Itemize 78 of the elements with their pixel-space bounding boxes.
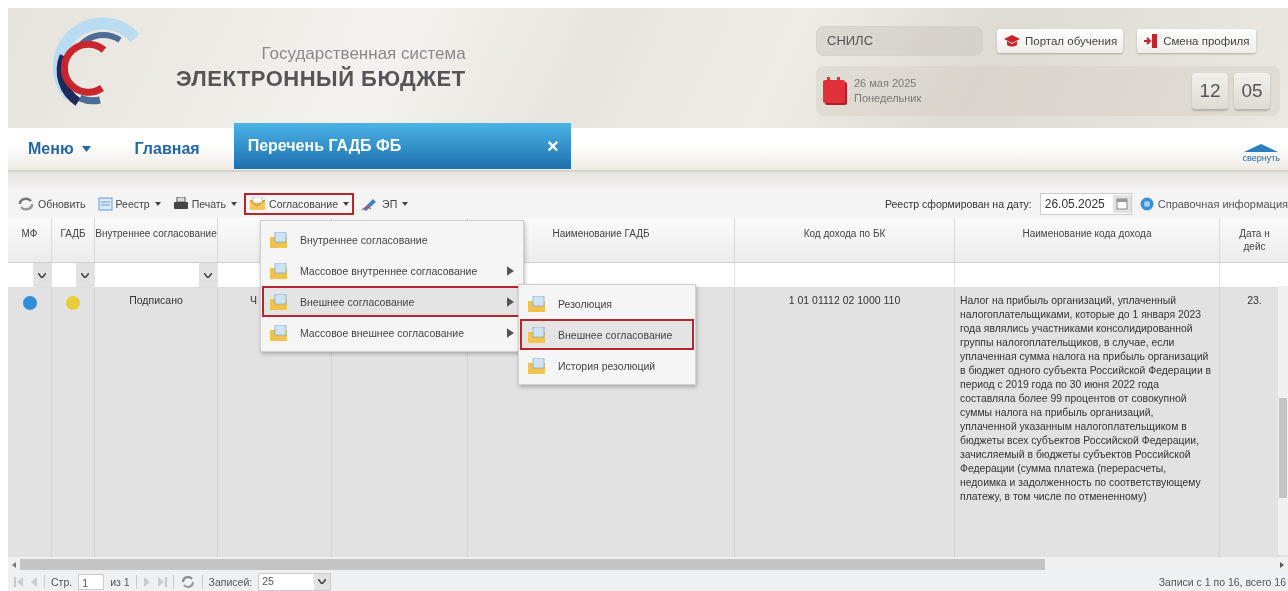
triangle-up-icon — [1244, 143, 1279, 152]
collapse-button[interactable]: свернуть — [1242, 143, 1280, 163]
chevron-down-icon — [81, 272, 89, 278]
scroll-left-icon[interactable] — [12, 561, 16, 568]
folder-icon — [528, 326, 546, 343]
folder-icon — [270, 324, 288, 341]
caret-icon — [81, 146, 91, 152]
scroll-right-icon[interactable] — [1280, 561, 1284, 568]
table-cell: 1 01 01112 02 1000 110 — [788, 294, 901, 306]
tab-label: Перечень ГАДБ ФБ — [247, 137, 402, 155]
envelope-icon — [249, 197, 267, 211]
vertical-scrollbar[interactable] — [1278, 286, 1288, 555]
records-label: Записей: — [208, 575, 253, 588]
submenu-arrow-icon — [507, 327, 514, 338]
menu-button[interactable]: Меню — [28, 140, 91, 158]
toolbar-button[interactable]: Согласование — [244, 193, 355, 215]
submenu-arrow-icon — [507, 296, 514, 307]
chevron-down-icon — [204, 272, 212, 278]
caret-icon — [402, 202, 409, 206]
snils-label: СНИЛС — [816, 26, 983, 56]
menu-item[interactable]: История резолюций — [520, 350, 694, 381]
graduation-cap-icon — [1003, 35, 1021, 47]
page-size-select[interactable]: 25 — [258, 572, 332, 591]
column-header[interactable]: ГАДБ — [52, 218, 95, 262]
date-text: 26 мая 2025 — [854, 76, 918, 91]
menu-item[interactable]: Резолюция — [520, 288, 694, 319]
table-cell-text: Налог на прибыль организаций, уплаченный налогоплательщиками, которые до 1 января 2023 года являлись участниками консолидированной группы налогоплательщиков, в случае, если уплаченная сумма налога на прибыль организаций в бюджет одного субъекта Российской Федерации в период с 2019 года по 30 июня 2022 года составляла более 99 процентов от совокупной суммы налога на прибыль организаций, уплаченной указанным налогоплательщиком в бюджеты всех субъектов Российской Федерации, зачисляемый в бюджеты субъектов Российской Федерации (сумма платежа (перерасчеты, недоимка и задолженность по соответствующему платежу, в том числе по отмененному) — [959, 294, 1213, 504]
folder-icon — [528, 295, 546, 312]
filter-dropdown[interactable] — [199, 263, 217, 287]
refresh-icon[interactable] — [179, 574, 196, 589]
caret-icon — [231, 202, 238, 206]
caret-icon — [343, 202, 350, 206]
weekday-text: Понедельник — [854, 91, 922, 106]
folder-icon — [528, 357, 546, 374]
printer-icon — [172, 197, 189, 211]
folder-icon — [270, 293, 288, 310]
menu-item[interactable]: Внешнее согласование — [520, 319, 694, 350]
home-link[interactable]: Главная — [134, 140, 200, 158]
caret-icon — [154, 202, 161, 206]
submenu-arrow-icon — [507, 265, 514, 276]
column-header[interactable]: Внутреннее согласование — [95, 218, 218, 262]
table-cell: 23. — [1247, 294, 1262, 306]
toolbar-button[interactable]: Реестр — [92, 193, 166, 215]
column-header[interactable]: Дата н дейс — [1220, 218, 1288, 262]
clock-minutes: 05 — [1234, 73, 1270, 109]
date-field[interactable]: 26.05.2025 — [1039, 193, 1132, 215]
filter-dropdown[interactable] — [33, 263, 51, 287]
column-header[interactable]: МФ — [8, 218, 52, 262]
filter-dropdown[interactable] — [76, 263, 94, 287]
calendar-icon — [822, 76, 848, 106]
chevron-down-icon — [38, 272, 46, 278]
page-count: из 1 — [110, 575, 130, 588]
column-header[interactable]: Код дохода по БК — [735, 218, 955, 262]
change-profile-button[interactable]: Смена профиля — [1137, 29, 1256, 53]
folder-icon — [270, 262, 288, 279]
chevron-down-icon — [318, 579, 327, 584]
exit-door-icon — [1143, 33, 1160, 49]
date-label: Реестр сформирован на дату: — [884, 198, 1032, 210]
system-subtitle: Государственная система — [261, 44, 466, 64]
toolbar-button[interactable]: Обновить — [12, 193, 91, 215]
toolbar-button[interactable]: Печать — [167, 193, 243, 215]
list-icon — [97, 197, 113, 211]
refresh-icon — [17, 197, 35, 211]
toolbar-button[interactable]: ЭП — [356, 193, 414, 215]
learning-portal-button[interactable]: Портал обучения — [997, 29, 1124, 53]
folder-icon — [270, 231, 288, 248]
calendar-icon — [1115, 198, 1128, 210]
page-input[interactable]: 1 — [78, 573, 105, 590]
system-title: ЭЛЕКТРОННЫЙ БЮДЖЕТ — [176, 66, 466, 92]
help-icon — [1139, 197, 1154, 211]
page-label: Стр. — [51, 575, 73, 588]
help-link[interactable]: Справочная информация — [1139, 197, 1288, 211]
table-cell-text: Ч — [249, 294, 257, 306]
table-cell: Подписано — [129, 294, 183, 306]
clock-hours: 12 — [1192, 73, 1228, 109]
column-header[interactable]: Наименование кода дохода — [955, 218, 1220, 262]
horizontal-scrollbar[interactable] — [8, 557, 1288, 572]
records-summary: Записи с 1 по 16, всего 16 — [1158, 575, 1287, 588]
